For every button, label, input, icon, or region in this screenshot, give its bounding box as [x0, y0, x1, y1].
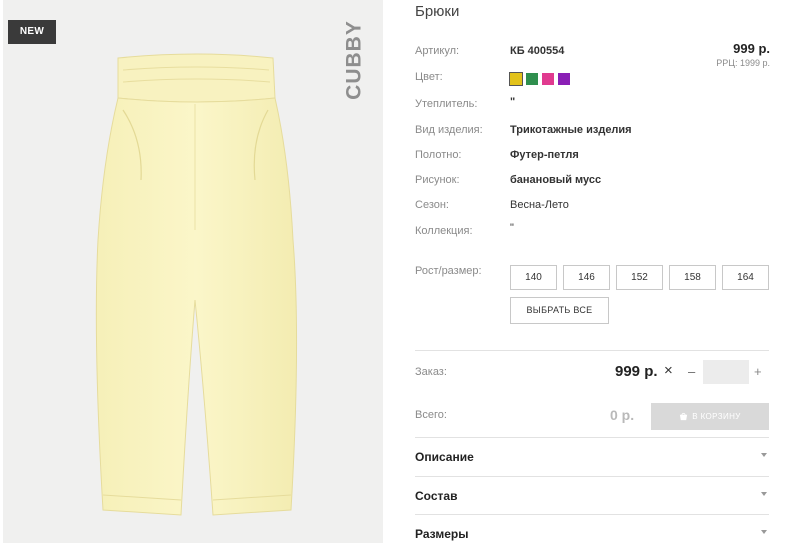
collection-value: " — [510, 222, 514, 234]
size-option-146[interactable]: 146 — [563, 265, 610, 290]
pants-image — [95, 53, 298, 516]
size-option-152[interactable]: 152 — [616, 265, 663, 290]
size-option-164[interactable]: 164 — [722, 265, 769, 290]
multiply-icon: × — [664, 362, 673, 379]
divider — [415, 350, 769, 351]
size-options: 140 146 152 158 164 — [510, 265, 769, 290]
pattern-value: банановый мусс — [510, 174, 602, 186]
accordion-description-label: Описание — [415, 450, 474, 464]
accordion-description[interactable]: Описание — [415, 438, 769, 476]
insulation-label: Утеплитель: — [415, 98, 478, 110]
size-option-140[interactable]: 140 — [510, 265, 557, 290]
color-label: Цвет: — [415, 71, 443, 83]
order-price: 999 р. — [615, 363, 658, 380]
chevron-down-icon — [761, 530, 767, 534]
chevron-down-icon — [761, 453, 767, 457]
product-price: 999 р. — [733, 41, 770, 56]
total-label: Всего: — [415, 409, 447, 421]
select-all-sizes-button[interactable]: ВЫБРАТЬ ВСЕ — [510, 297, 609, 324]
season-label: Сезон: — [415, 199, 449, 211]
color-swatch-green[interactable] — [526, 73, 538, 85]
pattern-label: Рисунок: — [415, 174, 460, 186]
decrease-quantity-button[interactable]: – — [688, 364, 695, 379]
new-badge: NEW — [8, 20, 56, 44]
fabric-label: Полотно: — [415, 149, 462, 161]
collection-label: Коллекция: — [415, 225, 473, 237]
product-photo[interactable]: NEW CUBBY — [3, 0, 383, 543]
product-type-label: Вид изделия: — [415, 124, 483, 136]
accordion-sizes[interactable]: Размеры — [415, 515, 769, 543]
brand-logo: CUBBY — [340, 10, 370, 110]
order-label: Заказ: — [415, 366, 447, 378]
product-type-value: Трикотажные изделия — [510, 124, 632, 136]
svg-text:CUBBY: CUBBY — [343, 20, 366, 100]
add-to-cart-button[interactable]: В КОРЗИНУ — [651, 403, 769, 430]
increase-quantity-button[interactable]: + — [754, 364, 762, 379]
size-label: Рост/размер: — [415, 265, 482, 277]
season-value: Весна-Лето — [510, 199, 569, 211]
basket-icon — [680, 412, 688, 421]
color-swatches — [509, 72, 570, 86]
chevron-down-icon — [761, 492, 767, 496]
accordion-composition[interactable]: Состав — [415, 477, 769, 515]
color-swatch-pink[interactable] — [542, 73, 554, 85]
color-swatch-yellow[interactable] — [509, 72, 523, 86]
article-label: Артикул: — [415, 45, 460, 57]
size-option-158[interactable]: 158 — [669, 265, 716, 290]
total-value: 0 р. — [610, 407, 635, 423]
quantity-input[interactable] — [703, 360, 749, 384]
accordion-composition-label: Состав — [415, 489, 458, 503]
recommended-price: РРЦ: 1999 р. — [716, 58, 770, 68]
article-value: КБ 400554 — [510, 45, 565, 57]
fabric-value: Футер-петля — [510, 149, 579, 161]
color-swatch-purple[interactable] — [558, 73, 570, 85]
accordion-sizes-label: Размеры — [415, 527, 469, 541]
insulation-value: " — [510, 96, 516, 108]
add-to-cart-label: В КОРЗИНУ — [692, 412, 741, 421]
product-title: Брюки — [415, 3, 460, 20]
